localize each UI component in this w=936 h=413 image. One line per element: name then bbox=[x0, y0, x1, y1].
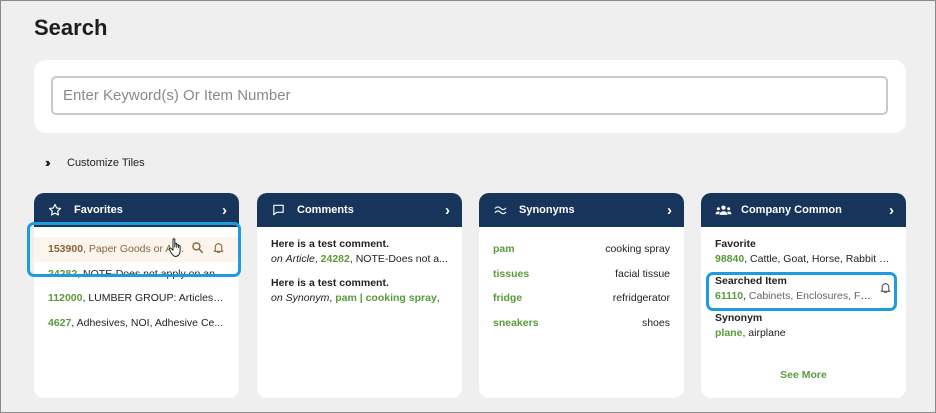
synonym-value: refridgerator bbox=[612, 292, 670, 305]
company-synonym[interactable]: Synonym plane, airplane bbox=[715, 311, 892, 341]
comments-tile-title: Comments bbox=[297, 204, 354, 216]
synonyms-tile-header[interactable]: Synonyms › bbox=[479, 193, 684, 227]
synonym-value: facial tissue bbox=[615, 267, 670, 280]
comment-type: Article bbox=[285, 253, 315, 265]
comment-text: Here is a test comment. bbox=[271, 277, 389, 289]
double-chevron-right-icon: ›› bbox=[45, 155, 51, 170]
comment-item[interactable]: Here is a test comment. on Article, 2428… bbox=[271, 237, 448, 267]
item-description: LUMBER GROUP: Articles c... bbox=[88, 292, 225, 305]
chevron-right-icon: › bbox=[445, 201, 450, 219]
synonym-value: shoes bbox=[641, 316, 670, 329]
comment-ref[interactable]: 24282 bbox=[321, 253, 350, 265]
favorites-tile: Favorites › 153900, Paper Goods or Ar...… bbox=[34, 193, 239, 398]
item-number: 61110 bbox=[715, 290, 744, 302]
item-description: NOTE-Does not apply on an... bbox=[83, 267, 224, 280]
favorite-item[interactable]: 153900, Paper Goods or Ar... bbox=[34, 237, 239, 262]
synonym-item[interactable]: sneakers shoes bbox=[493, 311, 670, 336]
customize-tiles-label: Customize Tiles bbox=[67, 156, 145, 169]
item-number: 153900 bbox=[48, 243, 84, 256]
synonym-item[interactable]: tissues facial tissue bbox=[493, 262, 670, 287]
synonyms-tile-title: Synonyms bbox=[519, 204, 575, 216]
page-title: Search bbox=[34, 15, 108, 40]
search-card bbox=[34, 60, 906, 133]
synonym-item[interactable]: fridge refridgerator bbox=[493, 286, 670, 311]
users-icon bbox=[715, 203, 733, 217]
favorites-tile-header[interactable]: Favorites › bbox=[34, 193, 239, 227]
company-favorite-label: Favorite bbox=[715, 238, 756, 250]
synonym-key: fridge bbox=[493, 292, 523, 305]
comment-icon bbox=[271, 203, 289, 217]
company-favorite[interactable]: Favorite 98840, Cattle, Goat, Horse, Rab… bbox=[715, 237, 892, 267]
favorite-item[interactable]: 112000, LUMBER GROUP: Articles c... bbox=[48, 286, 225, 311]
synonym-value: airplane bbox=[748, 327, 786, 339]
synonym-key: plane bbox=[715, 327, 743, 339]
customize-tiles-button[interactable]: ›› Customize Tiles bbox=[45, 155, 145, 170]
synonym-key: tissues bbox=[493, 267, 530, 280]
company-searched-label: Searched Item bbox=[715, 275, 787, 287]
synonym-item[interactable]: pam cooking spray bbox=[493, 237, 670, 262]
item-description: Adhesives, NOI, Adhesive Ce... bbox=[76, 316, 224, 329]
approx-icon bbox=[493, 203, 511, 217]
item-description: Cattle, Goat, Horse, Rabbit o... bbox=[750, 253, 892, 265]
synonym-value: cooking spray bbox=[605, 243, 670, 256]
item-number: 24282 bbox=[48, 267, 78, 280]
chevron-right-icon: › bbox=[889, 201, 894, 219]
chevron-right-icon: › bbox=[222, 201, 227, 219]
comment-prefix: on bbox=[271, 292, 283, 304]
star-icon bbox=[48, 203, 66, 217]
favorite-item[interactable]: 24282, NOTE-Does not apply on an... bbox=[48, 262, 225, 287]
search-input[interactable] bbox=[51, 76, 888, 115]
item-number: 112000 bbox=[48, 292, 83, 305]
comment-type: Synonym bbox=[285, 292, 330, 304]
synonym-key: sneakers bbox=[493, 316, 539, 329]
bell-icon[interactable] bbox=[879, 281, 892, 297]
chevron-right-icon: › bbox=[667, 201, 672, 219]
comment-ref[interactable]: pam | cooking spray bbox=[335, 292, 437, 304]
bell-icon[interactable] bbox=[212, 241, 225, 257]
company-common-tile: Company Common › Favorite 98840, Cattle,… bbox=[701, 193, 906, 398]
comments-tile: Comments › Here is a test comment. on Ar… bbox=[257, 193, 462, 398]
item-description: Cabinets, Enclosures, Fra... bbox=[748, 290, 873, 302]
item-number: 98840 bbox=[715, 253, 745, 265]
favorites-tile-title: Favorites bbox=[74, 204, 123, 216]
comment-text: Here is a test comment. bbox=[271, 238, 389, 250]
comment-prefix: on bbox=[271, 253, 283, 265]
favorite-item[interactable]: 4627, Adhesives, NOI, Adhesive Ce... bbox=[48, 311, 225, 336]
company-searched-item[interactable]: Searched Item 61110, Cabinets, Enclosure… bbox=[715, 274, 892, 304]
item-number: 4627 bbox=[48, 316, 72, 329]
hand-cursor-icon bbox=[168, 237, 186, 264]
synonym-key: pam bbox=[493, 243, 515, 256]
company-common-tile-header[interactable]: Company Common › bbox=[701, 193, 906, 227]
see-more-link[interactable]: See More bbox=[701, 369, 906, 381]
company-synonym-label: Synonym bbox=[715, 312, 763, 324]
comment-item[interactable]: Here is a test comment. on Synonym, pam … bbox=[271, 276, 448, 306]
search-icon[interactable] bbox=[191, 241, 204, 257]
synonyms-tile: Synonyms › pam cooking spray tissues facia… bbox=[479, 193, 684, 398]
comment-detail: , bbox=[436, 292, 440, 304]
comments-tile-header[interactable]: Comments › bbox=[257, 193, 462, 227]
comment-detail: NOTE-Does not a... bbox=[355, 253, 448, 265]
company-common-tile-title: Company Common bbox=[741, 204, 842, 216]
